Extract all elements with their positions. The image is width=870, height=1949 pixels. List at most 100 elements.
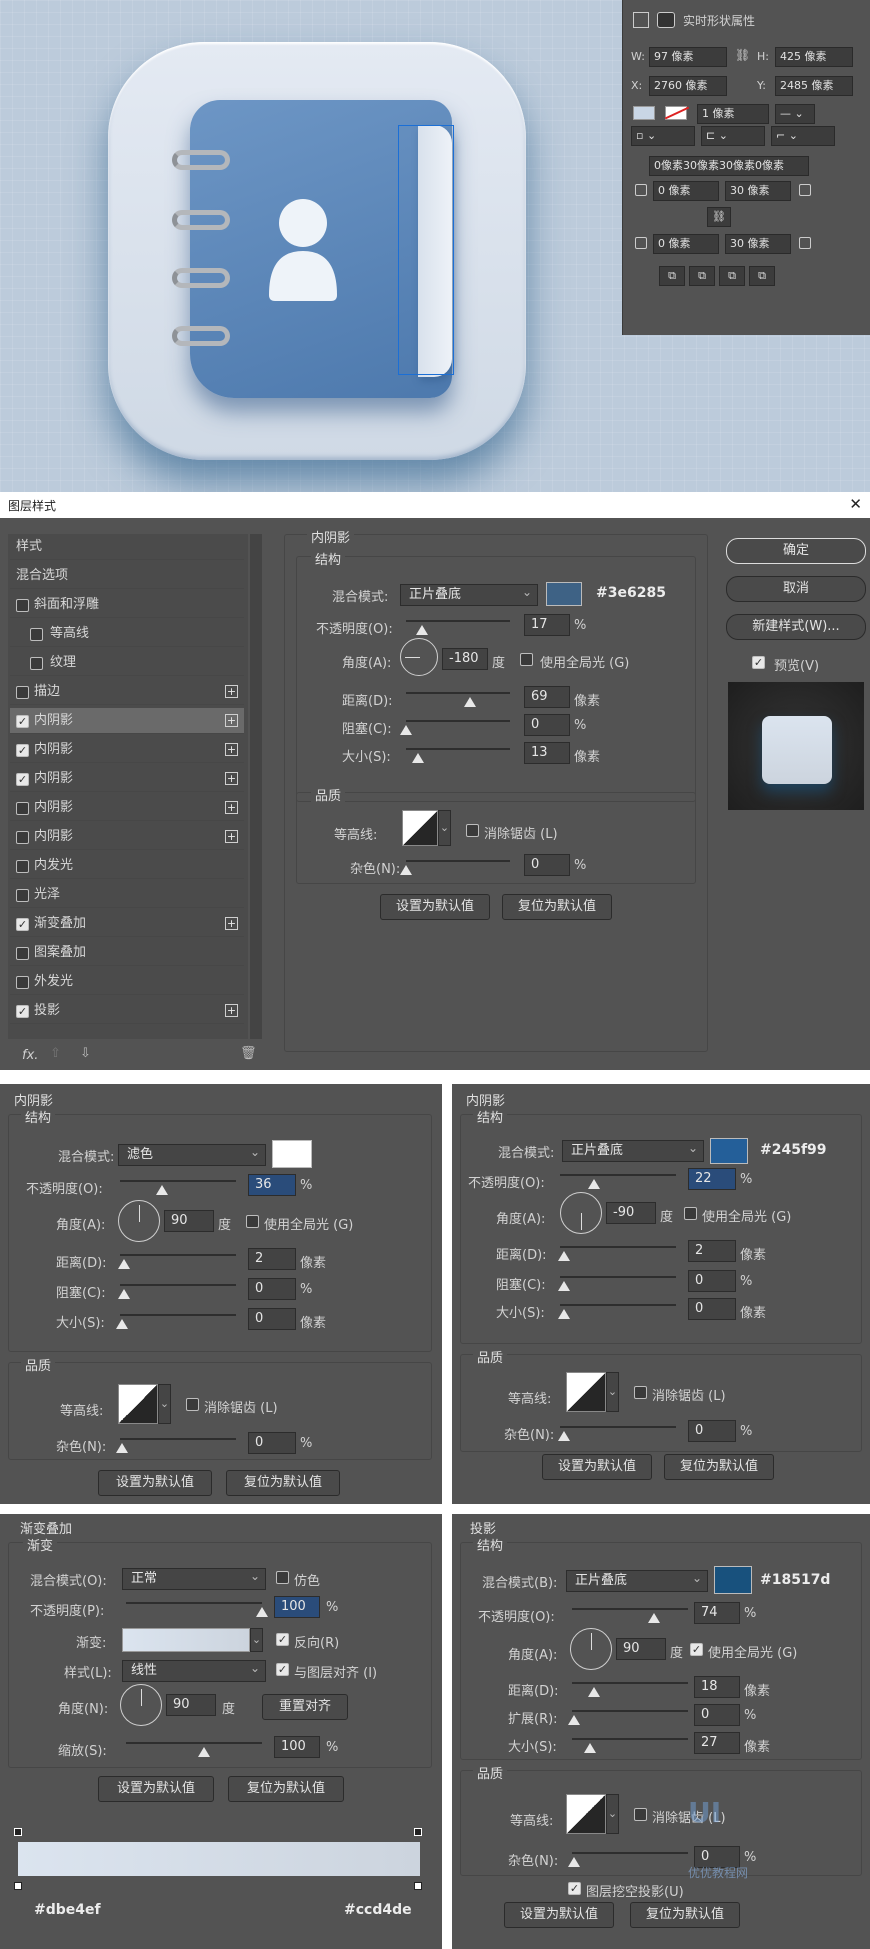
spread-field[interactable]: 0 — [694, 1704, 740, 1726]
angle-dial[interactable] — [560, 1192, 602, 1234]
width-field[interactable]: 97 像素 — [649, 47, 727, 67]
ok-button[interactable]: 确定 — [726, 538, 866, 564]
angle-dial[interactable] — [400, 638, 438, 676]
knockout-checkbox[interactable]: ✓ — [568, 1882, 581, 1895]
set-default-button[interactable]: 设置为默认值 — [98, 1776, 214, 1802]
style-list-item[interactable]: ✓ 内阴影 + — [10, 766, 244, 792]
opacity-slider[interactable] — [120, 1180, 236, 1182]
style-list-item[interactable]: 内发光 — [10, 853, 244, 879]
reset-default-button[interactable]: 复位为默认值 — [226, 1470, 340, 1496]
color-stop-right[interactable] — [414, 1882, 422, 1890]
corner-bl-field[interactable]: 0 像素 — [653, 234, 719, 254]
noise-slider[interactable] — [406, 860, 510, 862]
size-field[interactable]: 0 — [248, 1308, 296, 1330]
contour-preview[interactable] — [566, 1794, 606, 1834]
style-list-item[interactable]: 样式 — [10, 534, 244, 560]
add-effect-icon[interactable]: + — [225, 1004, 238, 1017]
style-list-item[interactable]: 内阴影 + — [10, 795, 244, 821]
choke-knob[interactable] — [400, 725, 412, 735]
style-checkbox[interactable] — [16, 599, 29, 612]
blend-mode-select[interactable]: 正常 — [122, 1566, 266, 1590]
choke-slider[interactable] — [560, 1276, 676, 1278]
new-style-button[interactable]: 新建样式(W)... — [726, 614, 866, 640]
size-knob[interactable] — [558, 1309, 570, 1319]
anti-alias-checkbox[interactable] — [634, 1808, 647, 1821]
angle-field[interactable]: 90 — [616, 1638, 666, 1660]
align-layer-checkbox[interactable]: ✓ — [276, 1663, 289, 1676]
blend-mode-select[interactable]: 正片叠底 — [562, 1138, 704, 1162]
shadow-color-swatch[interactable] — [272, 1140, 312, 1168]
distance-field[interactable]: 18 — [694, 1676, 740, 1698]
opacity-knob[interactable] — [588, 1179, 600, 1189]
shape-icon[interactable] — [657, 12, 675, 28]
blend-mode-select[interactable]: 正片叠底 — [400, 582, 538, 606]
distance-slider[interactable] — [406, 692, 510, 694]
distance-knob[interactable] — [464, 697, 476, 707]
set-default-button[interactable]: 设置为默认值 — [504, 1902, 614, 1928]
gradient-preview[interactable] — [122, 1628, 250, 1652]
anti-alias-checkbox[interactable] — [634, 1386, 647, 1399]
opacity-field[interactable]: 36 — [248, 1174, 296, 1196]
contour-preview[interactable] — [402, 810, 438, 846]
opacity-slider[interactable] — [572, 1608, 688, 1610]
contour-preview[interactable] — [566, 1372, 606, 1412]
anti-alias-checkbox[interactable] — [466, 824, 479, 837]
add-effect-icon[interactable]: + — [225, 830, 238, 843]
add-effect-icon[interactable]: + — [225, 772, 238, 785]
distance-field[interactable]: 69 — [524, 686, 570, 708]
shadow-color-swatch[interactable] — [546, 582, 582, 606]
contour-preview[interactable] — [118, 1384, 158, 1424]
noise-knob[interactable] — [568, 1857, 580, 1867]
opacity-knob[interactable] — [648, 1613, 660, 1623]
opacity-stop-right[interactable] — [414, 1828, 422, 1836]
scale-knob[interactable] — [198, 1747, 210, 1757]
reset-default-button[interactable]: 复位为默认值 — [228, 1776, 344, 1802]
opacity-slider[interactable] — [406, 620, 510, 622]
corner-tr-field[interactable]: 30 像素 — [725, 181, 791, 201]
style-checkbox[interactable] — [30, 628, 43, 641]
size-knob[interactable] — [412, 753, 424, 763]
stroke-type-dropdown[interactable]: — ⌄ — [775, 104, 815, 124]
size-field[interactable]: 13 — [524, 742, 570, 764]
contour-dropdown[interactable]: ⌄ — [158, 1384, 171, 1424]
shadow-color-swatch[interactable] — [714, 1566, 752, 1594]
style-checkbox[interactable] — [16, 831, 29, 844]
move-down-icon[interactable]: ⇩ — [80, 1046, 91, 1061]
transform-icon[interactable] — [633, 12, 649, 28]
preview-checkbox[interactable]: ✓ — [752, 656, 765, 669]
style-checkbox[interactable]: ✓ — [16, 715, 29, 728]
choke-knob[interactable] — [558, 1281, 570, 1291]
style-list-item[interactable]: 描边 + — [10, 679, 244, 705]
style-list-item[interactable]: ✓ 投影 + — [10, 998, 244, 1024]
distance-slider[interactable] — [572, 1682, 688, 1684]
align-stroke-dropdown[interactable]: ▫ ⌄ — [631, 126, 695, 146]
noise-knob[interactable] — [400, 865, 412, 875]
size-knob[interactable] — [584, 1743, 596, 1753]
size-slider[interactable] — [572, 1738, 688, 1740]
path-op-subtract-icon[interactable]: ⧉ — [689, 266, 715, 286]
style-checkbox[interactable]: ✓ — [16, 1005, 29, 1018]
global-light-checkbox[interactable] — [520, 653, 533, 666]
angle-dial[interactable] — [120, 1684, 162, 1726]
corner-dropdown[interactable]: ⌐ ⌄ — [771, 126, 835, 146]
angle-dial[interactable] — [118, 1200, 160, 1242]
size-slider[interactable] — [120, 1314, 236, 1316]
opacity-field[interactable]: 74 — [694, 1602, 740, 1624]
angle-dial[interactable] — [570, 1628, 612, 1670]
style-list-item[interactable]: ✓ 内阴影 + — [10, 737, 244, 763]
style-checkbox[interactable] — [16, 947, 29, 960]
angle-field[interactable]: -180 — [442, 648, 488, 670]
style-list-item[interactable]: 等高线 — [10, 621, 244, 647]
choke-field[interactable]: 0 — [524, 714, 570, 736]
stroke-swatch[interactable] — [664, 106, 690, 120]
dither-checkbox[interactable] — [276, 1571, 289, 1584]
shadow-color-swatch[interactable] — [710, 1138, 748, 1164]
trash-icon[interactable]: 🗑 — [240, 1046, 257, 1061]
color-stop-left[interactable] — [14, 1882, 22, 1890]
style-checkbox[interactable] — [30, 657, 43, 670]
link-icon[interactable]: ⛓ — [735, 48, 750, 62]
reverse-checkbox[interactable]: ✓ — [276, 1633, 289, 1646]
style-checkbox[interactable] — [16, 976, 29, 989]
link-corners-icon[interactable]: ⛓ — [707, 207, 731, 227]
style-list-item[interactable]: ✓ 内阴影 + — [10, 708, 244, 734]
